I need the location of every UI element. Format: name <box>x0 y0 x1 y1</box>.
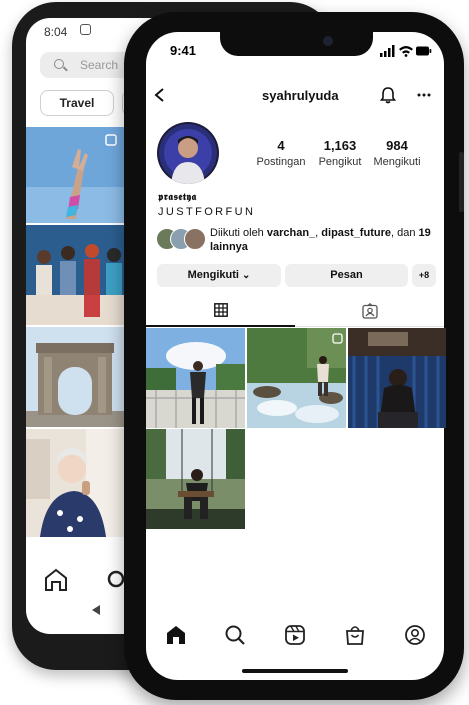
grid-icon[interactable] <box>214 303 228 317</box>
profile-icon[interactable] <box>404 624 426 646</box>
followed-by-prefix: Diikuti oleh <box>210 227 267 239</box>
back-bottom-nav <box>26 546 125 606</box>
grid-photo[interactable] <box>146 328 245 428</box>
stat-value: 984 <box>386 138 408 153</box>
battery-icon <box>416 46 432 56</box>
chevron-down-icon: ⌄ <box>242 270 251 281</box>
follower-avatar <box>184 228 206 250</box>
stat-value: 1,163 <box>323 138 357 153</box>
grid-photo[interactable] <box>247 328 346 428</box>
bio-tagline: JUSTFORFUN <box>158 206 256 218</box>
followed-by-and: , dan <box>390 227 419 239</box>
more-options-icon[interactable] <box>416 92 432 98</box>
explore-tile[interactable] <box>26 327 124 427</box>
home-indicator[interactable] <box>242 669 348 673</box>
stat-posts[interactable]: 4 Postingan <box>251 138 311 168</box>
follower-avatars[interactable] <box>156 228 206 250</box>
grid-photo[interactable] <box>348 328 446 428</box>
notch <box>220 28 373 56</box>
wifi-icon <box>399 46 413 57</box>
stat-label: Pengikut <box>318 156 362 168</box>
status-icons <box>380 45 432 57</box>
search-icon[interactable] <box>224 624 246 646</box>
back-arrow-icon[interactable] <box>152 87 168 103</box>
following-button[interactable]: Mengikuti ⌄ <box>157 264 281 287</box>
stat-value: 4 <box>277 138 285 153</box>
avatar[interactable] <box>157 122 219 184</box>
stat-followers[interactable]: 1,163 Pengikut <box>310 138 370 168</box>
camera <box>323 36 333 46</box>
following-label: Mengikuti <box>187 269 239 281</box>
followed-by-text[interactable]: Diikuti oleh varchan_, dipast_future, da… <box>210 226 438 254</box>
status-time: 9:41 <box>170 43 197 58</box>
bio-display-name: 𝖕𝖗𝖆𝖘𝖊𝖙𝖞𝖆 <box>158 192 197 203</box>
explore-tile[interactable] <box>26 429 124 537</box>
add-person-icon[interactable]: +8 <box>412 264 436 287</box>
explore-tile[interactable] <box>26 127 124 223</box>
search-icon <box>54 59 64 69</box>
travel-chip[interactable]: Travel <box>40 90 114 116</box>
signal-icon <box>380 45 395 57</box>
bell-icon[interactable] <box>379 86 397 104</box>
message-button[interactable]: Pesan <box>285 264 408 287</box>
follower-name-2: dipast_future <box>321 227 391 239</box>
profile-username: syahrulyuda <box>262 88 339 103</box>
stat-following[interactable]: 984 Mengikuti <box>367 138 427 168</box>
home-icon[interactable] <box>26 546 125 606</box>
home-icon[interactable] <box>165 624 187 646</box>
stat-label: Postingan <box>256 156 306 168</box>
instagram-notification-icon <box>80 24 91 35</box>
shop-icon[interactable] <box>344 624 366 646</box>
reels-icon[interactable] <box>284 624 306 646</box>
tab-active-indicator <box>146 325 295 327</box>
back-status-time: 8:04 <box>44 25 68 39</box>
grid-photo[interactable] <box>146 429 245 529</box>
back-search-placeholder: Search <box>80 58 119 72</box>
android-back-icon[interactable] <box>90 604 102 616</box>
stat-label: Mengikuti <box>373 156 421 168</box>
tagged-icon[interactable] <box>362 303 378 319</box>
side-button <box>459 152 464 212</box>
explore-tile[interactable] <box>26 225 124 325</box>
follower-name-1: varchan_ <box>266 227 316 239</box>
